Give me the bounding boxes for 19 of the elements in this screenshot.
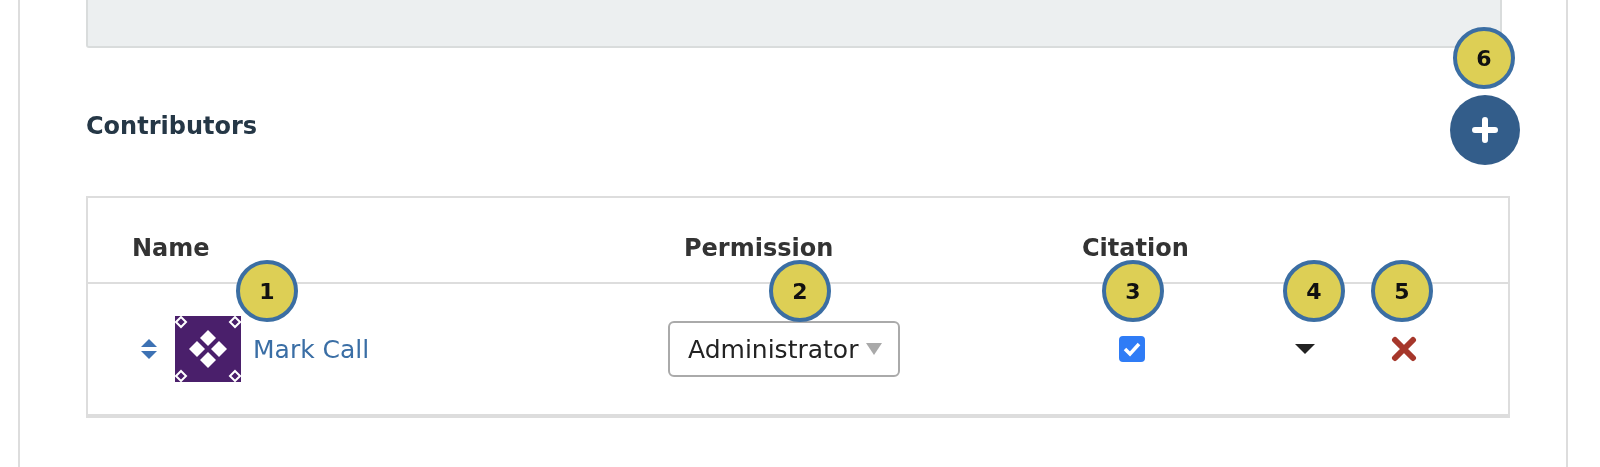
avatar-icon	[175, 316, 241, 382]
permission-dropdown[interactable]: Administrator	[668, 321, 901, 377]
column-header: Permission	[684, 234, 835, 262]
callout-marker: 3	[1102, 260, 1164, 322]
contributor-link[interactable]: Mark Call	[253, 334, 370, 364]
plus-icon	[1472, 117, 1498, 143]
column-header: Name	[132, 234, 211, 262]
callout-marker: 1	[236, 260, 298, 322]
caret-icon[interactable]	[1295, 344, 1315, 354]
callout-marker: 2	[769, 260, 831, 322]
citation-checkbox[interactable]	[1119, 336, 1145, 362]
column-header: Citation	[1082, 234, 1189, 262]
section-title: Contributors	[86, 112, 258, 140]
remove-icon[interactable]	[1391, 336, 1417, 362]
dropdown-arrow-icon	[866, 342, 883, 356]
callout-marker: 5	[1371, 260, 1433, 322]
callout-marker: 4	[1283, 260, 1345, 322]
callout-marker: 6	[1453, 27, 1515, 89]
sort-icon[interactable]	[140, 337, 158, 361]
